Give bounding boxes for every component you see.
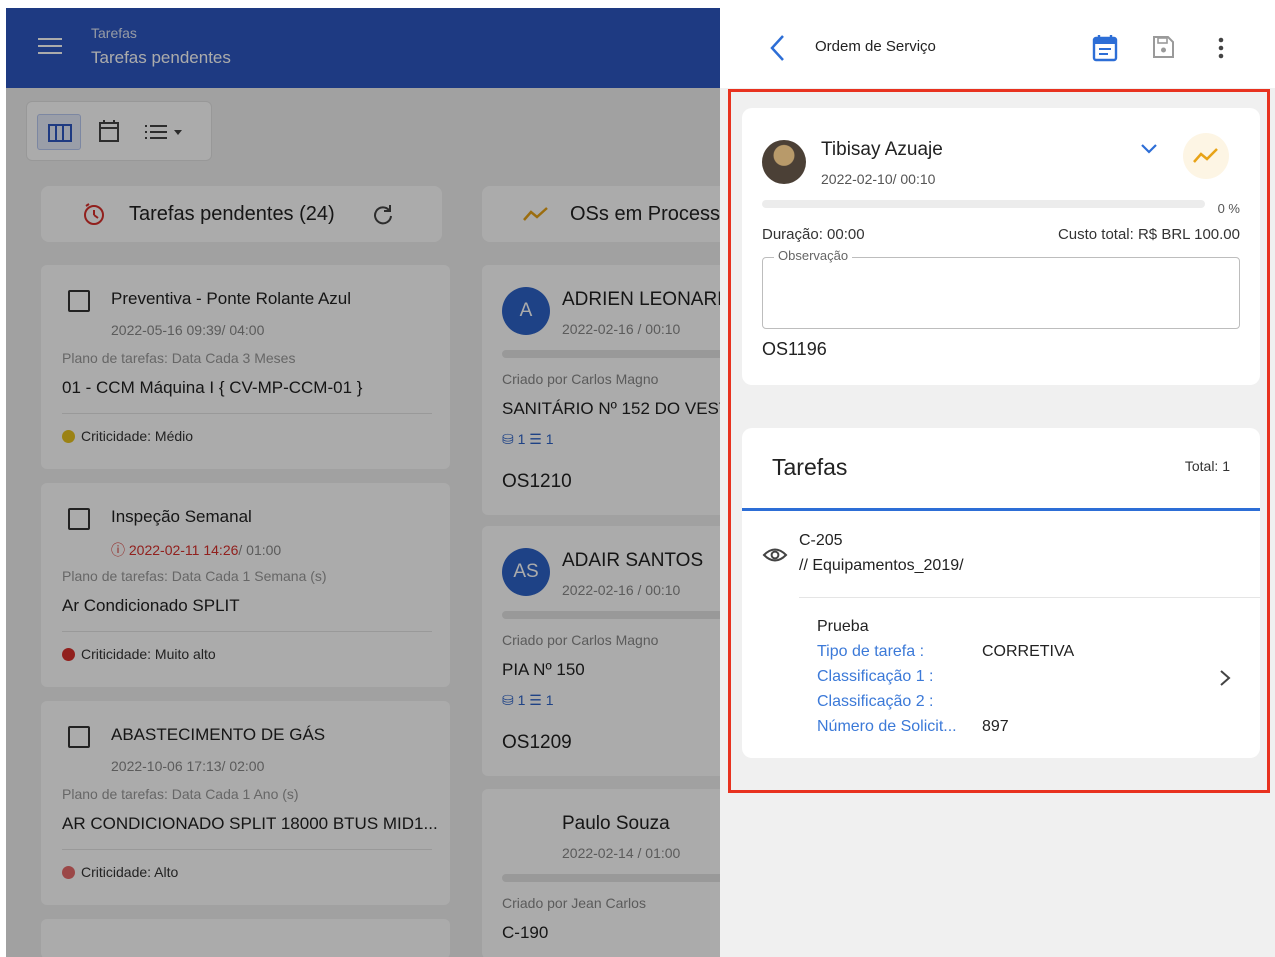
back-arrow-icon[interactable]: [768, 33, 788, 63]
panel-title: Ordem de Serviço: [815, 38, 936, 55]
save-icon[interactable]: [1151, 35, 1175, 59]
calendar-icon[interactable]: [1092, 34, 1118, 62]
modal-scrim[interactable]: [6, 8, 720, 957]
panel-header: Ordem de Serviço: [720, 0, 1275, 88]
service-order-panel: Ordem de Serviço Tibisay Azuaje 2022-02-…: [720, 0, 1275, 957]
more-vertical-icon[interactable]: [1214, 36, 1228, 60]
task-board-background: Tarefas Tarefas pendentes Tarefas penden…: [6, 8, 720, 957]
highlight-frame: [728, 89, 1270, 793]
